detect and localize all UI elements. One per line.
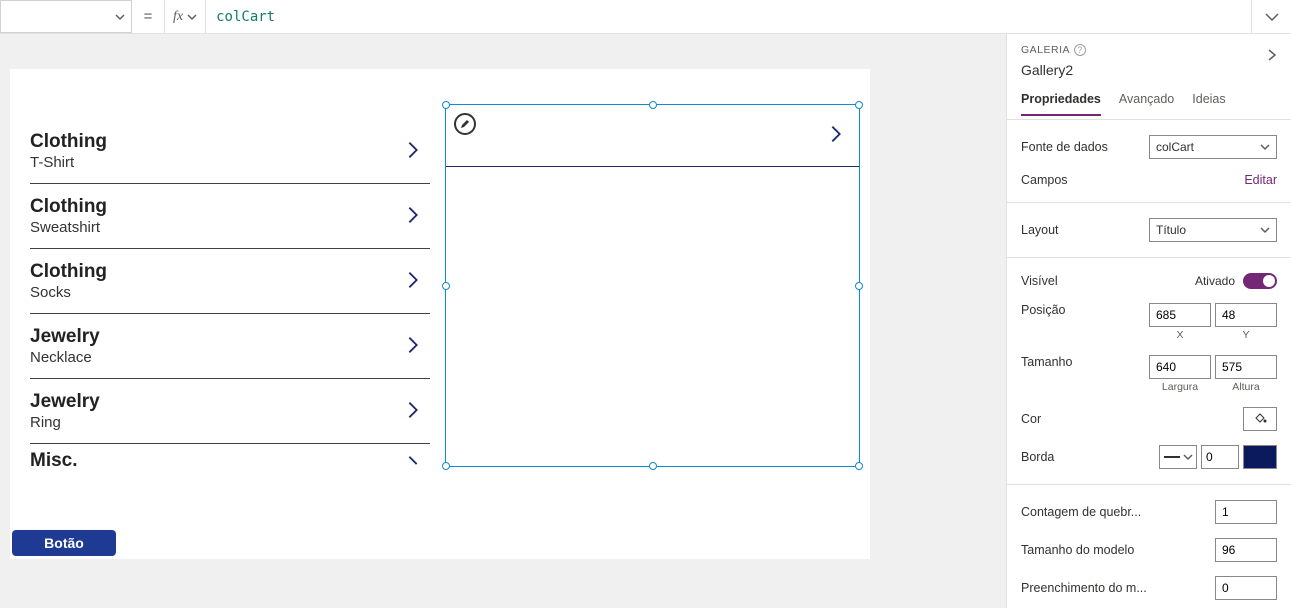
list-item[interactable]: Jewelry Necklace <box>30 314 430 379</box>
gallery-left[interactable]: Clothing T-Shirt Clothing Sweatshirt Clo… <box>30 119 430 477</box>
chevron-right-icon[interactable] <box>825 123 847 148</box>
datasource-dropdown[interactable]: colCart <box>1149 135 1277 159</box>
position-y-input[interactable] <box>1215 303 1277 327</box>
chevron-right-icon[interactable] <box>402 334 424 359</box>
breadcrumb: GALERIA ? <box>1021 44 1277 56</box>
item-subtitle: Socks <box>30 284 107 303</box>
templatepadding-label: Preenchimento do m... <box>1021 581 1147 595</box>
templatepadding-input[interactable] <box>1215 576 1277 600</box>
formula-expand-button[interactable] <box>1251 0 1291 33</box>
tab-advanced[interactable]: Avançado <box>1119 92 1174 115</box>
templatesize-input[interactable] <box>1215 538 1277 562</box>
bucket-icon <box>1253 411 1267 428</box>
main-area: Clothing T-Shirt Clothing Sweatshirt Clo… <box>0 34 1291 608</box>
size-w-sublabel: Largura <box>1162 381 1198 393</box>
size-h-sublabel: Altura <box>1232 381 1259 393</box>
chevron-right-icon[interactable] <box>402 204 424 229</box>
list-item[interactable]: Misc. <box>30 444 430 477</box>
fx-label: fx <box>173 9 183 25</box>
equals-sign: = <box>132 0 164 33</box>
item-subtitle: Ring <box>30 414 100 433</box>
properties-panel: GALERIA ? Gallery2 Propriedades Avançado… <box>1006 34 1291 608</box>
resize-handle[interactable] <box>855 462 863 470</box>
datasource-value: colCart <box>1156 140 1194 154</box>
control-name: Gallery2 <box>1021 62 1277 78</box>
item-title: Clothing <box>30 195 107 219</box>
chevron-right-icon[interactable] <box>402 399 424 424</box>
datasource-label: Fonte de dados <box>1021 140 1108 154</box>
item-subtitle: Necklace <box>30 349 100 368</box>
list-item[interactable]: Jewelry Ring <box>30 379 430 444</box>
resize-handle[interactable] <box>649 462 657 470</box>
position-label: Posição <box>1021 303 1065 317</box>
property-dropdown[interactable] <box>0 0 132 33</box>
position-x-sublabel: X <box>1176 329 1183 341</box>
position-x-input[interactable] <box>1149 303 1211 327</box>
item-title: Jewelry <box>30 325 100 349</box>
fields-edit-link[interactable]: Editar <box>1244 173 1277 187</box>
tab-properties[interactable]: Propriedades <box>1021 92 1101 116</box>
item-title: Misc. <box>30 449 78 473</box>
templatesize-label: Tamanho do modelo <box>1021 543 1134 557</box>
color-label: Cor <box>1021 412 1041 426</box>
resize-handle[interactable] <box>442 282 450 290</box>
fields-label: Campos <box>1021 173 1068 187</box>
border-width-input[interactable] <box>1201 445 1239 469</box>
formula-input[interactable]: colCart <box>206 0 1251 33</box>
item-title: Jewelry <box>30 390 100 414</box>
size-label: Tamanho <box>1021 355 1072 369</box>
layout-dropdown[interactable]: Título <box>1149 218 1277 242</box>
gallery-template-row[interactable] <box>446 105 859 167</box>
edit-template-icon[interactable] <box>454 113 476 135</box>
tab-ideas[interactable]: Ideias <box>1192 92 1225 115</box>
layout-value: Título <box>1156 223 1186 237</box>
visible-label: Visível <box>1021 274 1058 288</box>
item-subtitle: Sweatshirt <box>30 219 107 238</box>
wrapcount-label: Contagem de quebr... <box>1021 505 1141 519</box>
resize-handle[interactable] <box>855 282 863 290</box>
size-w-input[interactable] <box>1149 355 1211 379</box>
button-label: Botão <box>44 535 84 551</box>
chevron-down-icon <box>1260 142 1270 152</box>
list-item[interactable]: Clothing Socks <box>30 249 430 314</box>
chevron-right-icon[interactable] <box>1265 48 1279 65</box>
chevron-down-icon <box>187 12 197 22</box>
position-y-sublabel: Y <box>1242 329 1249 341</box>
gallery-selected[interactable] <box>445 104 860 467</box>
fx-toggle[interactable]: fx <box>164 0 206 33</box>
border-color-picker[interactable] <box>1243 445 1277 469</box>
chevron-right-icon[interactable] <box>402 452 424 470</box>
tabs: Propriedades Avançado Ideias <box>1021 92 1277 115</box>
color-picker[interactable] <box>1243 407 1277 431</box>
line-icon <box>1164 456 1180 458</box>
layout-label: Layout <box>1021 223 1059 237</box>
border-label: Borda <box>1021 450 1054 464</box>
list-item[interactable]: Clothing Sweatshirt <box>30 184 430 249</box>
bottom-button[interactable]: Botão <box>12 530 116 556</box>
chevron-right-icon[interactable] <box>402 269 424 294</box>
chevron-down-icon <box>1264 9 1280 25</box>
chevron-down-icon <box>115 12 125 22</box>
item-subtitle: T-Shirt <box>30 154 107 173</box>
chevron-right-icon[interactable] <box>402 139 424 164</box>
list-item[interactable]: Clothing T-Shirt <box>30 119 430 184</box>
border-style-dropdown[interactable] <box>1159 445 1197 469</box>
canvas-area[interactable]: Clothing T-Shirt Clothing Sweatshirt Clo… <box>0 34 1006 608</box>
chevron-down-icon <box>1260 225 1270 235</box>
visible-value: Ativado <box>1195 274 1235 288</box>
screen-frame: Clothing T-Shirt Clothing Sweatshirt Clo… <box>10 69 870 559</box>
formula-bar: = fx colCart <box>0 0 1291 34</box>
wrapcount-input[interactable] <box>1215 500 1277 524</box>
breadcrumb-label: GALERIA <box>1021 44 1070 56</box>
item-title: Clothing <box>30 130 107 154</box>
item-title: Clothing <box>30 260 107 284</box>
chevron-down-icon <box>1183 452 1193 462</box>
resize-handle[interactable] <box>442 462 450 470</box>
info-icon[interactable]: ? <box>1074 44 1086 56</box>
visible-toggle[interactable] <box>1243 273 1277 289</box>
size-h-input[interactable] <box>1215 355 1277 379</box>
